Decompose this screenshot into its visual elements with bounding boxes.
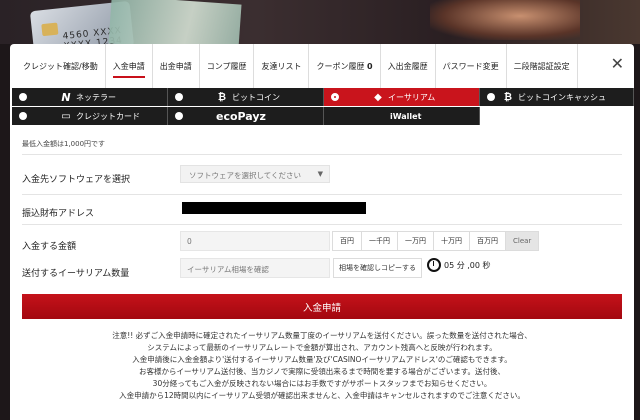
- method-label: ネッテラー: [76, 92, 116, 102]
- method-empty-cell: [480, 107, 634, 125]
- method-ethereum[interactable]: ◆ イーサリアム: [324, 88, 480, 106]
- amount-label: 入金する金額: [22, 242, 77, 252]
- note-line: 入金申請後に入金金額より'送付するイーサリアム数量'及び'CASINOイーサリア…: [132, 355, 512, 364]
- divider: [22, 154, 622, 155]
- tab-password-change[interactable]: パスワード変更: [436, 44, 507, 88]
- countdown-timer: 05 分 ,00 秒: [427, 258, 491, 272]
- banner-figure-image: [430, 0, 580, 40]
- software-select[interactable]: ソフトウェアを選択してください ▼: [180, 165, 330, 183]
- note-line: お客様からイーサリアム送付後、当カジノで実際に受領出来るまで時間を要する場合がご…: [139, 367, 505, 376]
- radio-icon[interactable]: [487, 93, 495, 101]
- radio-icon[interactable]: [175, 93, 183, 101]
- tab-comp-history[interactable]: コンプ履歴: [200, 44, 255, 88]
- chevron-down-icon: ▼: [317, 170, 323, 178]
- background-left-edge: [0, 44, 10, 420]
- method-iwallet[interactable]: iWallet: [324, 107, 480, 125]
- tab-withdraw[interactable]: 出金申請: [153, 44, 200, 88]
- amount-1000000-button[interactable]: 百万円: [469, 231, 506, 251]
- amount-input[interactable]: 0: [180, 231, 330, 251]
- tab-credit-transfer[interactable]: クレジット確認/移動: [16, 44, 106, 88]
- amount-value: 0: [187, 237, 192, 246]
- payment-methods: N ネッテラー ₿ ビットコイン ◆ イーサリアム ₿ ビットコインキャッシュ ▭ クレジ…: [12, 88, 634, 125]
- tab-label: 出金申請: [159, 61, 192, 71]
- iwallet-logo: iWallet: [390, 111, 422, 121]
- method-neteller[interactable]: N ネッテラー: [12, 88, 168, 106]
- ecopayz-logo: ecoPayz: [216, 109, 266, 123]
- stopwatch-icon: [427, 258, 441, 272]
- tab-label: コンプ履歴: [206, 61, 247, 71]
- tab-label: クレジット確認/移動: [23, 61, 98, 71]
- coupon-count: 0: [367, 61, 373, 71]
- amount-100-button[interactable]: 百円: [332, 231, 362, 251]
- amount-1000-button[interactable]: 一千円: [361, 231, 398, 251]
- radio-icon[interactable]: [175, 112, 183, 120]
- quick-amount-buttons: 百円 一千円 一万円 十万円 百万円 Clear: [332, 231, 540, 251]
- method-label: クレジットカード: [76, 111, 140, 121]
- amount-100000-button[interactable]: 十万円: [433, 231, 470, 251]
- divider: [22, 194, 622, 195]
- bitcoin-icon: ₿: [217, 91, 227, 103]
- card-chip: [41, 22, 59, 37]
- deposit-submit-button[interactable]: 入金申請: [22, 294, 622, 319]
- software-label: 入金先ソフトウェアを選択: [22, 175, 131, 185]
- close-icon[interactable]: ✕: [611, 56, 624, 72]
- eth-placeholder: イーサリアム相場を確認: [187, 265, 269, 274]
- note-line: 入金申請から12時間以内にイーサリアム受領が確認出来ませんと、入金申請はキャンセ…: [119, 391, 525, 400]
- method-label: ビットコインキャッシュ: [518, 92, 606, 102]
- tab-friends[interactable]: 友達リスト: [254, 44, 310, 88]
- eth-amount-label: 送付するイーサリアム数量: [22, 269, 130, 279]
- neteller-icon: N: [61, 90, 71, 104]
- tab-transaction-history[interactable]: 入出金履歴: [381, 44, 436, 88]
- wallet-address-label: 振込財布アドレス: [22, 209, 95, 219]
- software-placeholder: ソフトウェアを選択してください: [189, 171, 302, 180]
- note-line: システムによって最新のイーサリアムレートで金額が算出され、アカウント残高へと反映…: [147, 343, 497, 352]
- note-line: 30分経ってもご入金が反映されない場合にはお手数ですがサポートスタッフまでお知ら…: [152, 379, 492, 388]
- method-label: イーサリアム: [388, 92, 436, 102]
- tab-label: クーポン履歴: [316, 61, 365, 71]
- check-rate-copy-button[interactable]: 相場を確認しコピーする: [333, 258, 422, 278]
- tab-label: 入出金履歴: [387, 61, 428, 71]
- radio-selected-icon[interactable]: [331, 93, 339, 101]
- min-deposit-note: 最低入金額は1,000円です: [22, 140, 106, 148]
- method-ecopayz[interactable]: ecoPayz: [168, 107, 324, 125]
- amount-10000-button[interactable]: 一万円: [397, 231, 434, 251]
- wallet-address-redacted: [182, 202, 366, 214]
- note-line: 注意!! 必ずご入金申請時に確定されたイーサリアム数量丁度のイーサリアムを送付く…: [112, 331, 532, 340]
- tab-deposit[interactable]: 入金申請: [106, 44, 153, 88]
- tab-label: 二段階認証設定: [513, 61, 570, 71]
- method-bitcoin[interactable]: ₿ ビットコイン: [168, 88, 324, 106]
- clear-button[interactable]: Clear: [505, 231, 540, 251]
- radio-icon[interactable]: [19, 112, 27, 120]
- method-credit-card[interactable]: ▭ クレジットカード: [12, 107, 168, 125]
- radio-icon[interactable]: [19, 93, 27, 101]
- divider: [22, 224, 622, 225]
- tab-label: 友達リスト: [261, 61, 302, 71]
- tab-label: パスワード変更: [442, 61, 499, 71]
- credit-card-icon: ▭: [61, 110, 71, 122]
- deposit-modal: クレジット確認/移動 入金申請 出金申請 コンプ履歴 友達リスト クーポン履歴 …: [10, 44, 634, 420]
- deposit-notes: 注意!! 必ずご入金申請時に確定されたイーサリアム数量丁度のイーサリアムを送付く…: [22, 330, 622, 402]
- method-bitcoin-cash[interactable]: ₿ ビットコインキャッシュ: [480, 88, 634, 106]
- account-tabs: クレジット確認/移動 入金申請 出金申請 コンプ履歴 友達リスト クーポン履歴 …: [10, 44, 634, 88]
- eth-amount-input[interactable]: イーサリアム相場を確認: [180, 258, 330, 278]
- tab-coupon-history[interactable]: クーポン履歴 0: [309, 44, 381, 88]
- ethereum-icon: ◆: [374, 91, 382, 103]
- bitcoin-cash-icon: ₿: [503, 91, 513, 103]
- method-label: ビットコイン: [232, 92, 280, 102]
- timer-text: 05 分 ,00 秒: [444, 260, 491, 270]
- tab-two-factor[interactable]: 二段階認証設定: [507, 44, 578, 88]
- tab-label: 入金申請: [112, 61, 145, 71]
